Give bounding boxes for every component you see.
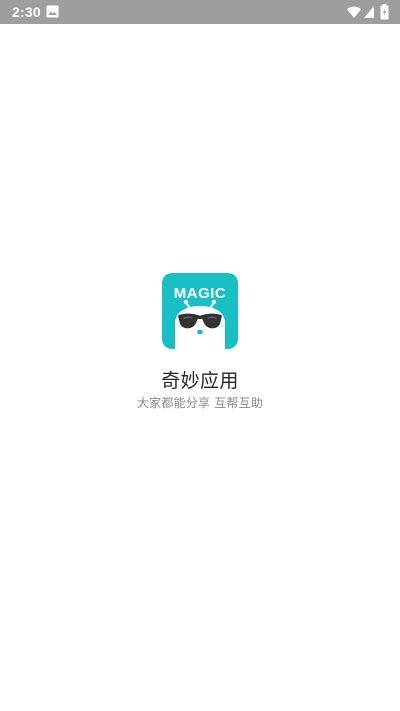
splash-content: MAGIC 奇妙应用 大家都能分享 互帮互助: [0, 0, 400, 711]
app-logo: MAGIC: [162, 273, 238, 349]
splash-screen: 2:30 MAGIC 奇妙应用 大家都能分享 互帮互助: [0, 0, 400, 711]
app-name: 奇妙应用: [161, 370, 239, 392]
app-slogan: 大家都能分享 互帮互助: [136, 396, 263, 410]
magic-mascot-icon: [175, 299, 225, 349]
